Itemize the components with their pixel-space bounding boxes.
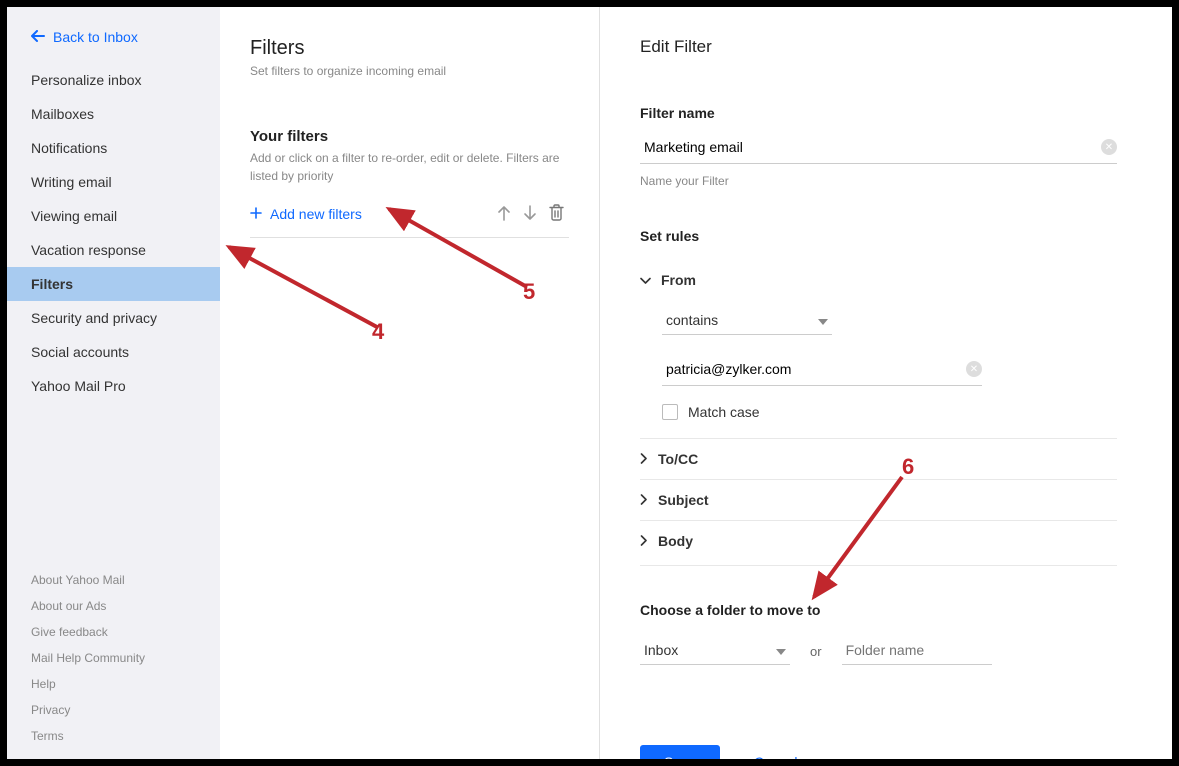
from-condition-select[interactable]: contains <box>662 306 832 335</box>
sidebar-item-vacation-response[interactable]: Vacation response <box>7 233 220 267</box>
caret-down-icon <box>818 312 828 328</box>
rule-section-tocc[interactable]: To/CC <box>640 438 1117 479</box>
filter-name-helper: Name your Filter <box>640 174 1117 188</box>
rule-tocc-label: To/CC <box>658 451 698 467</box>
footer-link-mail-help-community[interactable]: Mail Help Community <box>31 645 196 671</box>
match-case-checkbox[interactable] <box>662 404 678 420</box>
your-filters-desc: Add or click on a filter to re-order, ed… <box>250 149 569 185</box>
from-value-input[interactable] <box>662 353 966 385</box>
sidebar-item-social-accounts[interactable]: Social accounts <box>7 335 220 369</box>
footer-link-about-ads[interactable]: About our Ads <box>31 593 196 619</box>
sidebar-item-yahoo-mail-pro[interactable]: Yahoo Mail Pro <box>7 369 220 403</box>
filters-subtitle: Set filters to organize incoming email <box>250 64 569 78</box>
add-new-filters-button[interactable]: Add new filters <box>250 206 362 222</box>
arrow-left-icon <box>31 29 45 45</box>
plus-icon <box>250 206 262 222</box>
rule-body-label: Body <box>658 533 693 549</box>
from-condition-value: contains <box>666 312 818 328</box>
destination-folder-select[interactable]: Inbox <box>640 636 790 665</box>
rule-from-label: From <box>661 272 696 288</box>
close-icon: ✕ <box>1105 142 1113 153</box>
filters-title: Filters <box>250 37 569 60</box>
rule-section-subject[interactable]: Subject <box>640 479 1117 520</box>
rule-subject-label: Subject <box>658 492 709 508</box>
sidebar-item-personalize-inbox[interactable]: Personalize inbox <box>7 63 220 97</box>
filter-name-input[interactable] <box>640 131 1101 163</box>
filters-list-panel: Filters Set filters to organize incoming… <box>220 7 600 759</box>
rule-section-body[interactable]: Body <box>640 520 1117 561</box>
footer-link-privacy[interactable]: Privacy <box>31 697 196 723</box>
delete-filter-button[interactable] <box>543 203 569 225</box>
add-new-filters-label: Add new filters <box>270 206 362 222</box>
settings-sidebar: Back to Inbox Personalize inbox Mailboxe… <box>7 7 220 759</box>
back-to-inbox-link[interactable]: Back to Inbox <box>7 29 220 63</box>
new-folder-name-input[interactable] <box>842 636 992 665</box>
footer-link-give-feedback[interactable]: Give feedback <box>31 619 196 645</box>
chevron-down-icon <box>640 272 651 288</box>
sidebar-item-mailboxes[interactable]: Mailboxes <box>7 97 220 131</box>
trash-icon <box>549 204 564 224</box>
choose-folder-label: Choose a folder to move to <box>640 602 1117 618</box>
caret-down-icon <box>776 642 786 658</box>
sidebar-item-notifications[interactable]: Notifications <box>7 131 220 165</box>
sidebar-item-viewing-email[interactable]: Viewing email <box>7 199 220 233</box>
rule-section-from[interactable]: From <box>640 260 1117 300</box>
chevron-right-icon <box>640 492 648 508</box>
edit-filter-panel: Edit Filter Filter name ✕ Name your Filt… <box>600 7 1172 759</box>
save-button[interactable]: Save <box>640 745 720 759</box>
arrow-up-icon <box>497 205 511 224</box>
your-filters-heading: Your filters <box>250 128 569 145</box>
set-rules-label: Set rules <box>640 228 1117 244</box>
filter-name-label: Filter name <box>640 105 1117 121</box>
edit-filter-title: Edit Filter <box>640 37 1117 57</box>
sidebar-item-filters[interactable]: Filters <box>7 267 220 301</box>
footer-link-about-yahoo-mail[interactable]: About Yahoo Mail <box>31 567 196 593</box>
clear-filter-name-button[interactable]: ✕ <box>1101 139 1117 155</box>
move-down-button[interactable] <box>517 203 543 225</box>
footer-link-terms[interactable]: Terms <box>31 723 196 749</box>
sidebar-item-writing-email[interactable]: Writing email <box>7 165 220 199</box>
back-to-inbox-label: Back to Inbox <box>53 29 138 45</box>
cancel-button[interactable]: Cancel <box>754 754 798 759</box>
clear-from-value-button[interactable]: ✕ <box>966 361 982 377</box>
or-label: or <box>810 644 822 665</box>
move-up-button[interactable] <box>491 203 517 225</box>
chevron-right-icon <box>640 533 648 549</box>
match-case-label: Match case <box>688 404 760 420</box>
close-icon: ✕ <box>970 364 978 375</box>
sidebar-item-security-privacy[interactable]: Security and privacy <box>7 301 220 335</box>
chevron-right-icon <box>640 451 648 467</box>
footer-link-help[interactable]: Help <box>31 671 196 697</box>
destination-folder-value: Inbox <box>644 642 776 658</box>
arrow-down-icon <box>523 205 537 224</box>
